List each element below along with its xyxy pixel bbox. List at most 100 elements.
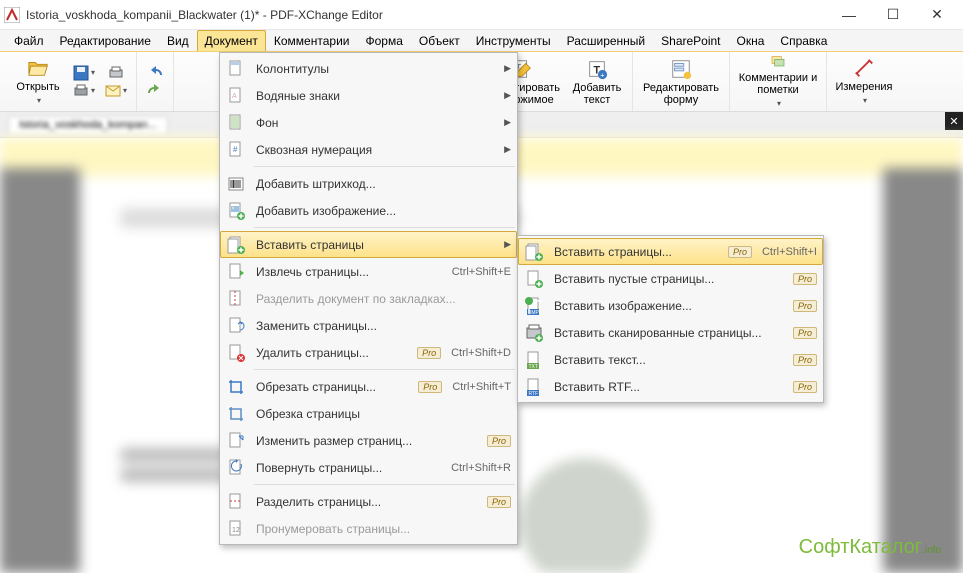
mail-icon (105, 83, 121, 99)
menu-item-watermark[interactable]: AВодяные знаки▶ (220, 82, 517, 109)
submenu-item-ins-scan[interactable]: Вставить сканированные страницы... Pro (518, 319, 823, 346)
watermark-suffix: .info (922, 545, 941, 556)
close-button[interactable]: ✕ (915, 1, 959, 29)
watermark-main: СофтКаталог (799, 536, 922, 558)
menu-item-label: Разделить документ по закладках... (256, 292, 511, 306)
crop-icon (226, 377, 246, 397)
menu-item-crop[interactable]: Обрезать страницы... ProCtrl+Shift+T (220, 373, 517, 400)
menu-item-insert[interactable]: Вставить страницы▶ (220, 231, 517, 258)
menu-item-delete[interactable]: Удалить страницы...ProCtrl+Shift+D (220, 339, 517, 366)
menu-окна[interactable]: Окна (729, 30, 773, 51)
menu-item-image[interactable]: Добавить изображение... (220, 197, 517, 224)
menu-item-header[interactable]: Колонтитулы▶ (220, 55, 517, 82)
menu-item-number[interactable]: #Сквозная нумерация▶ (220, 136, 517, 163)
pro-badge: Pro (418, 381, 442, 393)
menu-item-rotate[interactable]: Повернуть страницы...Ctrl+Shift+R (220, 454, 517, 481)
menu-item-label: Обрезать страницы... (256, 380, 412, 394)
menu-sharepoint[interactable]: SharePoint (653, 30, 728, 51)
menu-item-split2[interactable]: Разделить страницы...Pro (220, 488, 517, 515)
add-text-icon: T+ (586, 58, 608, 80)
insert-pages-submenu: Вставить страницы...ProCtrl+Shift+IВстав… (517, 235, 824, 403)
menu-расширенный[interactable]: Расширенный (559, 30, 654, 51)
document-tab[interactable]: Istoria_voskhoda_kompan... (8, 116, 168, 133)
split-icon (226, 289, 246, 309)
menu-item-barcode[interactable]: Добавить штрихкод... (220, 170, 517, 197)
redo-icon (146, 84, 164, 98)
pro-badge: Pro (728, 246, 752, 258)
shortcut-label: Ctrl+Shift+T (442, 381, 511, 393)
menu-item-label: Разделить страницы... (256, 495, 481, 509)
shortcut-label: Ctrl+Shift+R (441, 462, 511, 474)
svg-text:#: # (233, 145, 238, 154)
image-icon (226, 201, 246, 221)
menu-item-resize[interactable]: Изменить размер страниц...Pro (220, 427, 517, 454)
svg-text:12: 12 (232, 527, 240, 534)
menu-item-label: Пронумеровать страницы... (256, 522, 511, 536)
menu-item-label: Добавить штрихкод... (256, 177, 511, 191)
measure-button[interactable]: Измерения▾ (831, 54, 897, 110)
ins-scan-icon (524, 323, 544, 343)
shortcut-label: Ctrl+Shift+E (442, 266, 511, 278)
undo-button[interactable] (141, 65, 169, 81)
menu-item-crop2[interactable]: Обрезка страницы (220, 400, 517, 427)
delete-icon (226, 343, 246, 363)
submenu-item-ins-txt[interactable]: TXTВставить текст...Pro (518, 346, 823, 373)
menu-item-background[interactable]: Фон▶ (220, 109, 517, 136)
pro-badge: Pro (793, 354, 817, 366)
submenu-item-ins-rtf[interactable]: RTFВставить RTF...Pro (518, 373, 823, 400)
minimize-button[interactable]: — (827, 1, 871, 29)
ribbon-small-col2: ▾ (100, 61, 132, 103)
menu-item-extract[interactable]: Извлечь страницы...Ctrl+Shift+E (220, 258, 517, 285)
menu-вид[interactable]: Вид (159, 30, 197, 51)
shortcut-label: Ctrl+Shift+I (752, 246, 817, 258)
menu-файл[interactable]: Файл (6, 30, 52, 51)
submenu-item-ins-blank[interactable]: Вставить пустые страницы...Pro (518, 265, 823, 292)
pro-badge: Pro (793, 381, 817, 393)
extract-icon (226, 262, 246, 282)
menu-справка[interactable]: Справка (772, 30, 835, 51)
tab-strip-close-button[interactable]: ✕ (945, 112, 963, 130)
comments-label: Комментарии и пометки (734, 72, 822, 96)
submenu-item-ins-bmp[interactable]: BMPВставить изображение...Pro (518, 292, 823, 319)
submenu-item-ins-pages[interactable]: Вставить страницы...ProCtrl+Shift+I (518, 238, 823, 265)
submenu-arrow-icon: ▶ (504, 239, 511, 250)
menu-форма[interactable]: Форма (357, 30, 410, 51)
menu-item-label: Изменить размер страниц... (256, 434, 481, 448)
insert-icon (226, 235, 246, 255)
menu-item-replace[interactable]: Заменить страницы... (220, 312, 517, 339)
edit-form-button[interactable]: Редактировать форму (637, 54, 725, 110)
menu-редактирование[interactable]: Редактирование (52, 30, 159, 51)
email-button[interactable]: ▾ (102, 83, 130, 99)
dropdown-arrow-icon: ▾ (863, 95, 867, 107)
redo-button[interactable] (141, 83, 169, 99)
measure-icon (853, 57, 875, 79)
svg-text:+: + (600, 70, 604, 79)
print-button[interactable]: ▾ (70, 83, 98, 99)
printer2-button[interactable] (102, 65, 130, 81)
menu-инструменты[interactable]: Инструменты (468, 30, 559, 51)
menu-документ[interactable]: Документ (197, 30, 266, 51)
ribbon-group-undo (137, 52, 174, 111)
background-icon (226, 113, 246, 133)
submenu-item-label: Вставить сканированные страницы... (554, 326, 787, 340)
dropdown-arrow-icon: ▾ (777, 98, 781, 110)
menu-item-label: Водяные знаки (256, 89, 504, 103)
watermark-icon: A (226, 86, 246, 106)
pro-badge: Pro (793, 327, 817, 339)
dropdown-arrow-icon: ▾ (123, 86, 127, 95)
ribbon-group-form: Редактировать форму (633, 52, 730, 111)
ins-bmp-icon: BMP (524, 296, 544, 316)
dropdown-arrow-icon: ▾ (37, 95, 41, 107)
menu-item-label: Удалить страницы... (256, 346, 411, 360)
maximize-button[interactable]: ☐ (871, 1, 915, 29)
undo-col (139, 61, 171, 103)
svg-text:RTF: RTF (529, 391, 539, 397)
save-button[interactable]: ▾ (70, 65, 98, 81)
menu-объект[interactable]: Объект (411, 30, 468, 51)
add-text-button[interactable]: T+ Добавить текст (566, 54, 628, 110)
open-button[interactable]: Открыть▾ (8, 54, 68, 110)
menu-комментарии[interactable]: Комментарии (266, 30, 358, 51)
submenu-item-label: Вставить пустые страницы... (554, 272, 787, 286)
ins-pages-icon (524, 242, 544, 262)
comments-button[interactable]: Комментарии и пометки ▾ (734, 54, 822, 110)
